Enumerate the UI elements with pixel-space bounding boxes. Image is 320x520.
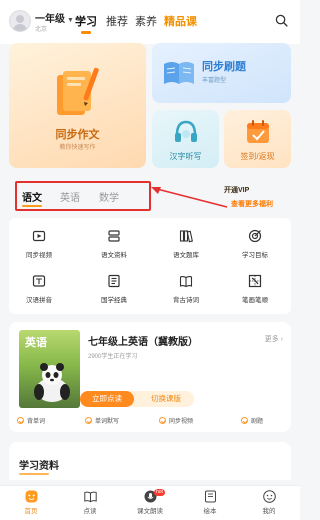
subject-tab-english[interactable]: 英语 xyxy=(60,189,80,204)
tool-chinese-materials[interactable]: 语文资料 xyxy=(84,229,144,259)
feature-item[interactable]: 单词默写 xyxy=(85,416,119,425)
feature-label: 单词默写 xyxy=(95,419,120,425)
vip-banner[interactable]: 开通VIP 查看更多福利 xyxy=(224,181,300,213)
user-avatar[interactable] xyxy=(9,10,31,32)
bottom-nav-label: 点读 xyxy=(83,508,97,515)
checkin-title: 签到/返现 xyxy=(240,152,275,161)
tool-label: 语文题库 xyxy=(173,252,199,259)
check-icon xyxy=(17,417,24,424)
tool-label: 国学经典 xyxy=(101,297,127,304)
open-book-icon xyxy=(164,62,194,84)
annotation-arrow xyxy=(151,187,228,208)
checkin-card[interactable]: 签到/返现 xyxy=(224,110,291,168)
picture-book-icon xyxy=(204,490,216,503)
classics-book-icon xyxy=(108,274,120,288)
feature-item[interactable]: 背单词 xyxy=(17,416,45,425)
composition-subtitle: 教你快速写作 xyxy=(59,145,96,151)
subject-tab-math[interactable]: 数学 xyxy=(99,189,119,204)
practice-title: 同步刷题 xyxy=(202,61,246,73)
headphones-icon xyxy=(175,120,197,142)
check-icon xyxy=(241,417,248,424)
tab-literacy[interactable]: 素养 xyxy=(135,13,157,29)
grade-selector[interactable]: 一年级 ▼ xyxy=(35,10,74,25)
document-stack-icon xyxy=(108,230,120,242)
target-icon xyxy=(248,229,262,243)
tool-label: 汉语拼音 xyxy=(26,297,52,304)
bottom-nav-label: 绘本 xyxy=(203,508,217,515)
bottom-nav-label: 首页 xyxy=(24,508,38,515)
switch-edition-label: 切换课版 xyxy=(151,394,181,403)
feature-item[interactable]: 剧题 xyxy=(241,416,263,425)
subject-tab-chinese[interactable]: 语文 xyxy=(22,189,42,207)
tool-label: 语文资料 xyxy=(101,252,127,259)
learner-count: 2900学生正在学习 xyxy=(88,354,138,360)
feature-label: 剧题 xyxy=(251,419,264,425)
more-label[interactable]: 更多 xyxy=(265,336,279,343)
bottom-nav-label: 课文朗读 xyxy=(137,508,163,515)
video-icon xyxy=(32,230,46,242)
cover-title: 英语 xyxy=(25,337,47,349)
check-icon xyxy=(159,417,166,424)
tool-label: 学习目标 xyxy=(242,252,268,259)
tab-premium-course[interactable]: 精品课 xyxy=(164,13,197,29)
bottom-nav-home[interactable]: 首页 xyxy=(8,490,54,515)
book-title[interactable]: 七年级上英语（冀教版） xyxy=(88,333,198,348)
bottom-nav-recite[interactable]: hot 课文朗读 xyxy=(127,489,173,515)
dictation-card[interactable]: 汉字听写 xyxy=(152,110,219,168)
tool-sync-video[interactable]: 同步视频 xyxy=(9,229,69,259)
practice-subtitle: 丰富题型 xyxy=(202,78,227,84)
composition-card[interactable]: 同步作文 教你快速写作 xyxy=(9,43,146,168)
region-label: 北京 xyxy=(35,27,48,33)
books-icon xyxy=(179,230,193,243)
tab-recommend[interactable]: 推荐 xyxy=(106,13,128,29)
profile-icon xyxy=(262,490,276,503)
tool-label: 同步视频 xyxy=(26,252,52,259)
switch-edition-button[interactable]: 切换课版 xyxy=(130,391,194,407)
panda-illustration xyxy=(34,363,70,402)
bottom-nav-profile[interactable]: 我的 xyxy=(246,490,292,515)
hot-badge: hot xyxy=(154,489,165,496)
read-now-button[interactable]: 立即点读 xyxy=(80,391,134,407)
check-icon xyxy=(85,417,92,424)
tool-learning-goals[interactable]: 学习目标 xyxy=(225,229,285,259)
vip-title: 开通VIP xyxy=(224,187,250,194)
more-link[interactable]: 更多 › xyxy=(265,334,283,344)
composition-title: 同步作文 xyxy=(55,129,100,141)
top-header: 一年级 ▼ 北京 学习 推荐 素养 精品课 xyxy=(0,0,300,44)
poem-book-icon xyxy=(179,276,193,288)
tool-stroke-order[interactable]: 笔画笔顺 xyxy=(225,274,285,304)
tool-pinyin[interactable]: 汉语拼音 xyxy=(9,274,69,304)
calendar-check-icon xyxy=(247,120,269,143)
search-icon[interactable] xyxy=(275,14,288,27)
tab-study[interactable]: 学习 xyxy=(75,13,97,34)
feature-item[interactable]: 同步视频 xyxy=(159,416,193,425)
dictation-title: 汉字听写 xyxy=(169,152,202,161)
tool-ancient-poems[interactable]: 背古诗词 xyxy=(156,274,216,304)
book-stack-icon xyxy=(57,67,99,115)
feature-label: 背单词 xyxy=(27,419,46,425)
home-icon xyxy=(25,490,37,503)
tool-label: 笔画笔顺 xyxy=(242,297,268,304)
textbook-card: 英语 七年级上英语（冀教版） 2900学生正在学习 更多 › 切换课版 立即点读… xyxy=(9,322,291,432)
open-book-icon xyxy=(83,491,97,503)
stroke-grid-icon xyxy=(248,274,262,288)
pinyin-icon xyxy=(32,275,46,287)
bottom-nav-label: 我的 xyxy=(262,508,276,515)
tools-grid: 同步视频 语文资料 语文题库 学习目标 汉语拼音 国学经典 背古诗词 笔画笔顺 xyxy=(9,218,291,314)
feature-label: 同步视频 xyxy=(169,419,194,425)
bottom-nav: 首页 点读 hot 课文朗读 绘本 我的 xyxy=(0,485,300,520)
chevron-down-icon[interactable]: ▼ xyxy=(67,17,74,24)
bottom-nav-picture-books[interactable]: 绘本 xyxy=(187,490,233,515)
learning-resources-section: 学习资料 xyxy=(9,442,291,480)
vip-subtitle: 查看更多福利 xyxy=(231,201,273,208)
tool-classics[interactable]: 国学经典 xyxy=(84,274,144,304)
practice-card[interactable]: 同步刷题 丰富题型 xyxy=(152,43,291,103)
bottom-nav-read[interactable]: 点读 xyxy=(67,490,113,515)
tool-label: 背古诗词 xyxy=(173,297,199,304)
book-cover[interactable]: 英语 xyxy=(19,330,80,408)
chevron-right-icon[interactable]: › xyxy=(279,336,283,343)
tool-question-bank[interactable]: 语文题库 xyxy=(156,229,216,259)
section-title: 学习资料 xyxy=(19,457,59,475)
